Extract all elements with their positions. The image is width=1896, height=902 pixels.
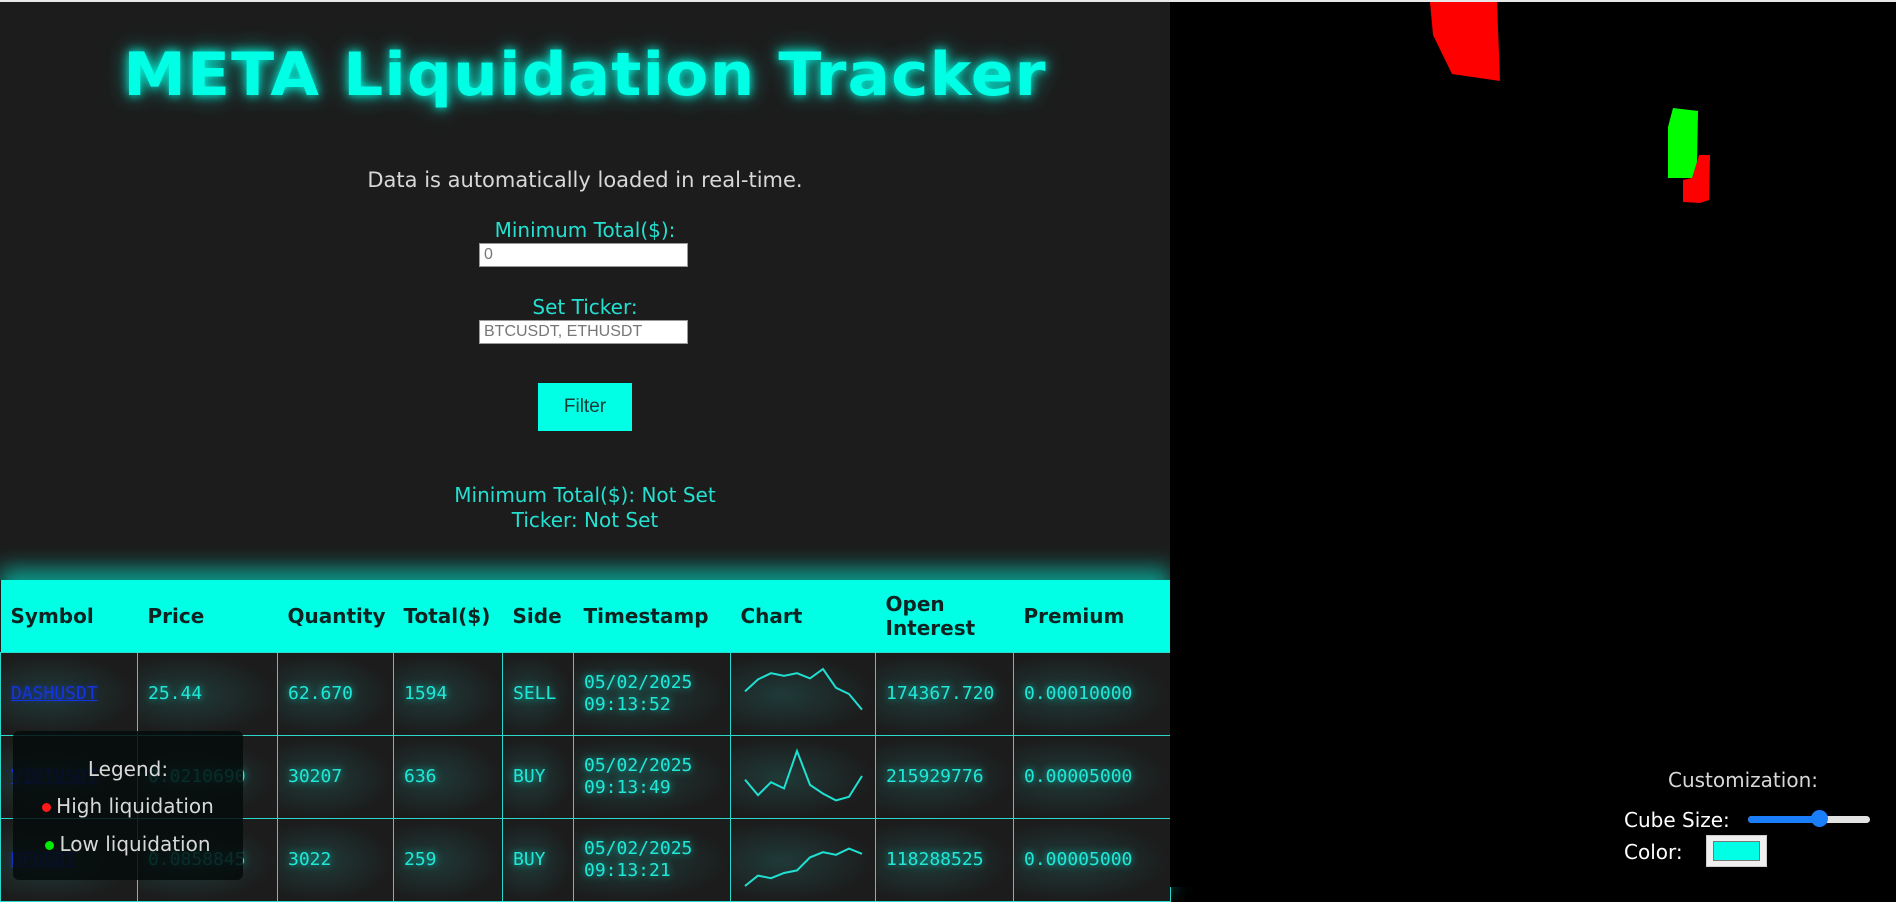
column-header-timestamp[interactable]: Timestamp [573,580,731,653]
sparkline-series [744,667,863,711]
sparkline-chart [744,847,863,887]
color-label: Color: [1624,840,1683,864]
ticker-input[interactable] [479,320,688,344]
sparkline-series [744,847,863,887]
chart-cell [730,652,876,736]
color-swatch [1713,841,1760,861]
column-header-premium[interactable]: Premium [1013,580,1171,653]
color-picker[interactable] [1706,835,1767,867]
timestamp-time: 09:13:52 [584,694,671,715]
quantity-cell: 30207 [277,735,394,819]
timestamp-date: 05/02/2025 [584,838,693,859]
column-header-symbol[interactable]: Symbol [0,580,138,653]
column-header-side[interactable]: Side [502,580,574,653]
total-cell: 259 [393,818,503,902]
timestamp-date: 05/02/2025 [584,755,693,776]
legend-box: Legend: High liquidation Low liquidation [13,731,243,880]
table-row: DASHUSDT 25.44 62.670 1594 SELL 05/02/20… [0,652,1171,736]
chart-cell [730,735,876,819]
premium-cell: 0.00010000 [1013,652,1171,736]
customization-title: Customization: [1668,768,1818,792]
premium-cell: 0.00005000 [1013,735,1171,819]
quantity-cell: 62.670 [277,652,394,736]
cube-scene [1430,2,1710,203]
slider-thumb[interactable] [1811,810,1828,827]
open-interest-cell: 118288525 [875,818,1014,902]
min-total-label: Minimum Total($): [494,218,676,242]
timestamp-time: 09:13:49 [584,777,671,798]
side-cell: BUY [502,735,574,819]
column-header-price[interactable]: Price [137,580,278,653]
side-cell: BUY [502,818,574,902]
3d-visualization-canvas[interactable] [1170,2,1896,887]
high-liquidation-cube[interactable] [1430,2,1500,81]
ticker-label: Set Ticker: [532,295,638,319]
column-header-quantity[interactable]: Quantity [277,580,394,653]
symbol-cell: DASHUSDT [0,652,138,736]
red-dot-icon [42,803,52,812]
timestamp-cell: 05/02/2025 09:13:49 [573,735,731,819]
timestamp-date: 05/02/2025 [584,672,693,693]
legend-label: Low liquidation [59,832,211,856]
min-total-status: Minimum Total($): Not Set [454,483,716,507]
total-cell: 636 [393,735,503,819]
page-title: META Liquidation Tracker [123,40,1047,110]
legend-label: High liquidation [56,794,214,818]
column-header-total[interactable]: Total($) [393,580,503,653]
slider-fill [1748,816,1820,823]
cube-size-label: Cube Size: [1624,808,1730,832]
side-cell: SELL [502,652,574,736]
timestamp-time: 09:13:21 [584,860,671,881]
sparkline-chart [744,667,863,711]
filter-button[interactable]: Filter [538,383,632,431]
sparkline-chart [744,748,863,802]
table-header-row: Symbol Price Quantity Total($) Side Time… [0,580,1171,653]
premium-cell: 0.00005000 [1013,818,1171,902]
timestamp-cell: 05/02/2025 09:13:21 [573,818,731,902]
total-cell: 1594 [393,652,503,736]
timestamp-cell: 05/02/2025 09:13:52 [573,652,731,736]
low-liquidation-cube[interactable] [1668,108,1698,178]
chart-cell [730,818,876,902]
column-header-chart[interactable]: Chart [730,580,876,653]
subtitle: Data is automatically loaded in real-tim… [367,168,803,192]
price-cell: 25.44 [137,652,278,736]
legend-title: Legend: [87,757,169,781]
open-interest-cell: 174367.720 [875,652,1014,736]
sparkline-series [744,748,863,802]
green-dot-icon [45,841,55,850]
legend-item-high: High liquidation [13,794,243,818]
open-interest-cell: 215929776 [875,735,1014,819]
symbol-link[interactable]: DASHUSDT [11,683,98,704]
min-total-input[interactable] [479,243,688,267]
ticker-status: Ticker: Not Set [511,508,659,532]
quantity-cell: 3022 [277,818,394,902]
column-header-open-interest[interactable]: Open Interest [875,580,1014,653]
legend-item-low: Low liquidation [13,832,243,856]
cube-size-slider[interactable] [1748,810,1870,827]
